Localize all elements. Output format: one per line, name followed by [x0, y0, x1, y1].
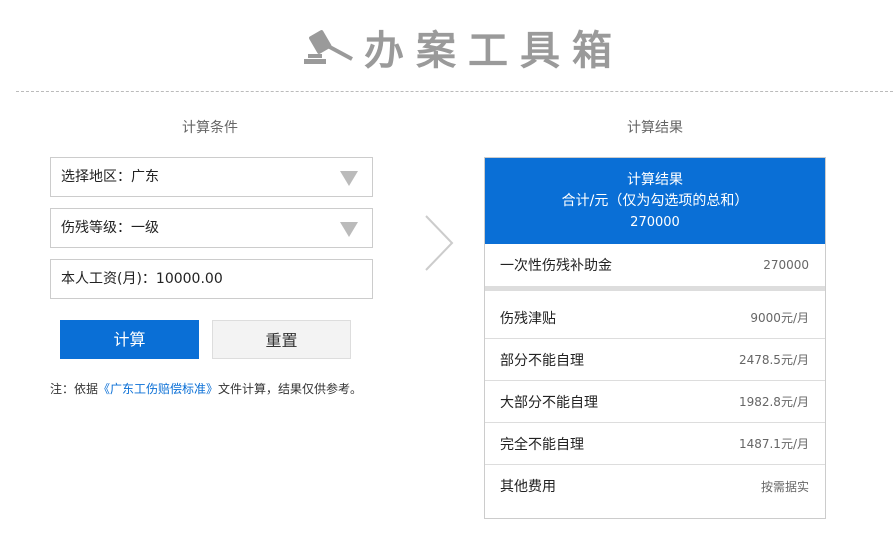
row-label: 其他费用: [500, 479, 556, 495]
salary-value: 本人工资(月)：10000.00: [61, 271, 223, 287]
calculate-button[interactable]: 计算: [60, 320, 199, 359]
row-label: 完全不能自理: [500, 436, 584, 453]
row-label: 部分不能自理: [500, 352, 584, 369]
logo: 办案工具箱: [302, 24, 624, 74]
reset-button[interactable]: 重置: [212, 320, 351, 359]
row-value: 2478.5元/月: [738, 353, 809, 367]
row-label: 大部分不能自理: [500, 394, 598, 411]
gavel-icon: [304, 30, 353, 64]
salary-input[interactable]: 本人工资(月)：10000.00: [50, 259, 373, 299]
row-value: 1487.1元/月: [738, 437, 809, 451]
note: 注：依据《广东工伤赔偿标准》文件计算，结果仅供参考。: [50, 380, 362, 397]
results-header: 计算结果 合计/元（仅为勾选项的总和） 270000: [485, 158, 825, 244]
region-value: 选择地区：广东: [61, 169, 159, 185]
result-row: 大部分不能自理 1982.8元/月: [485, 381, 825, 423]
result-row: 部分不能自理 2478.5元/月: [485, 339, 825, 381]
results-panel: 计算结果 合计/元（仅为勾选项的总和） 270000 一次性伤残补助金 27000…: [484, 157, 826, 519]
conditions-title: 计算条件: [182, 120, 238, 136]
standard-link[interactable]: 《广东工伤赔偿标准》: [98, 382, 218, 396]
result-row: 伤残津贴 9000元/月: [485, 297, 825, 339]
row-value: 按需据实: [760, 479, 809, 494]
row-value: 1982.8元/月: [738, 395, 809, 409]
result-row: 其他费用 按需据实: [485, 465, 825, 507]
row-label: 伤残津贴: [500, 310, 556, 327]
row-label: 一次性伤残补助金: [500, 258, 612, 274]
dropdown-icon: [340, 171, 358, 186]
note-suffix: 文件计算，结果仅供参考。: [218, 382, 363, 396]
results-header-sub: 合计/元（仅为勾选项的总和）: [561, 193, 749, 209]
chevron-right-icon: [425, 215, 454, 271]
result-row: 一次性伤残补助金 270000: [485, 244, 825, 286]
note-prefix: 注：依据: [50, 382, 99, 396]
row-value: 9000元/月: [750, 311, 809, 325]
dropdown-icon: [340, 222, 358, 237]
results-header-title: 计算结果: [627, 172, 683, 188]
results-title: 计算结果: [627, 120, 683, 136]
divider: [16, 91, 893, 92]
logo-text: 办案工具箱: [364, 28, 624, 74]
results-total: 270000: [630, 215, 680, 230]
row-value: 270000: [763, 258, 809, 272]
region-select[interactable]: 选择地区：广东: [50, 157, 373, 197]
level-value: 伤残等级：一级: [61, 220, 159, 236]
level-select[interactable]: 伤残等级：一级: [50, 208, 373, 248]
result-row: 完全不能自理 1487.1元/月: [485, 423, 825, 465]
